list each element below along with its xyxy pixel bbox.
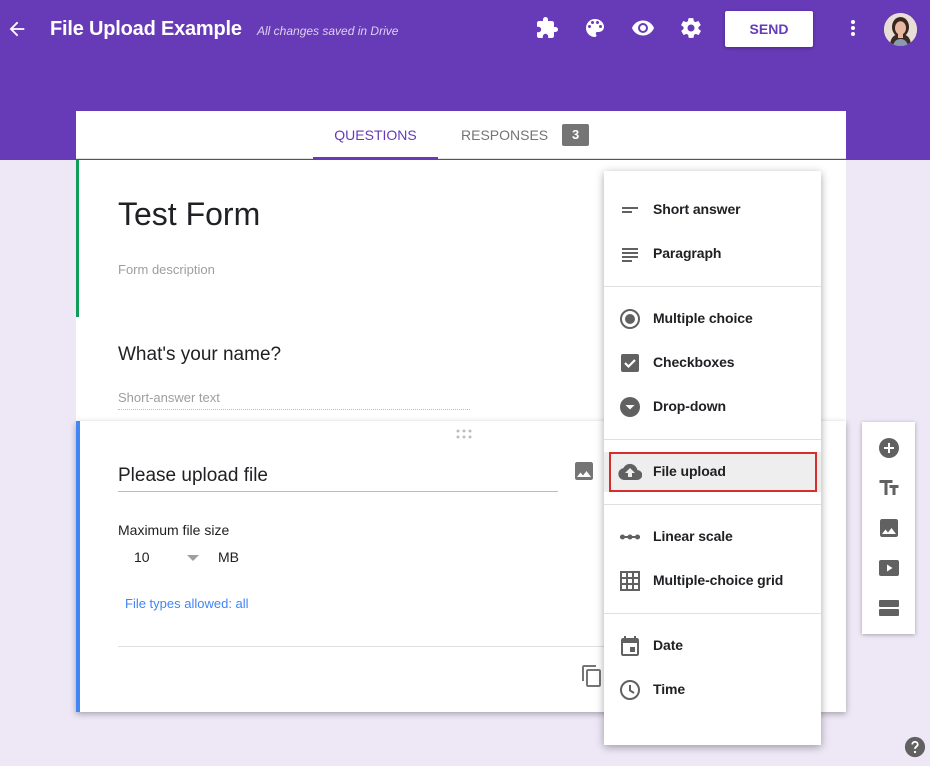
- question-type-menu: Short answer Paragraph Multiple choice C…: [604, 171, 821, 745]
- menu-item-label: Linear scale: [653, 528, 733, 544]
- max-file-size-unit: MB: [218, 549, 239, 565]
- tab-questions-label: QUESTIONS: [334, 127, 417, 143]
- send-button[interactable]: SEND: [725, 11, 813, 47]
- checkbox-icon: [621, 354, 639, 372]
- tab-questions[interactable]: QUESTIONS: [313, 111, 438, 159]
- menu-item-label: Multiple choice: [653, 310, 753, 326]
- max-file-size-select[interactable]: 10: [134, 549, 150, 565]
- dropdown-arrow-icon[interactable]: [187, 555, 199, 561]
- app-title: File Upload Example: [50, 18, 242, 40]
- menu-item-label: Multiple-choice grid: [653, 572, 784, 588]
- highlight-box: [609, 452, 817, 492]
- addons-icon[interactable]: [535, 16, 559, 40]
- question-title-input[interactable]: Please upload file: [118, 465, 558, 492]
- menu-divider: [604, 439, 821, 440]
- tab-responses-label: RESPONSES: [461, 127, 549, 143]
- menu-item-multiple-choice-grid[interactable]: Multiple-choice grid: [604, 561, 821, 601]
- menu-item-short-answer[interactable]: Short answer: [604, 190, 821, 230]
- radio-icon: [620, 309, 640, 329]
- file-types-link[interactable]: File types allowed: all: [125, 596, 249, 611]
- menu-divider: [604, 504, 821, 505]
- calendar-icon: [621, 636, 639, 656]
- menu-divider: [604, 613, 821, 614]
- tabs-bar: QUESTIONS RESPONSES 3: [76, 111, 846, 159]
- menu-item-label: Date: [653, 637, 683, 653]
- add-image-icon[interactable]: [877, 516, 901, 540]
- menu-item-paragraph[interactable]: Paragraph: [604, 234, 821, 274]
- menu-item-label: Drop-down: [653, 398, 726, 414]
- save-status: All changes saved in Drive: [257, 24, 399, 38]
- linear-scale-icon: [620, 534, 640, 540]
- tab-responses[interactable]: RESPONSES 3: [461, 111, 590, 159]
- max-file-size-label: Maximum file size: [118, 522, 230, 538]
- palette-icon[interactable]: [583, 16, 607, 40]
- menu-item-date[interactable]: Date: [604, 626, 821, 666]
- menu-item-label: Paragraph: [653, 245, 722, 261]
- clock-icon: [620, 680, 640, 700]
- form-title[interactable]: Test Form: [118, 196, 260, 233]
- more-vert-icon[interactable]: [842, 16, 864, 40]
- help-icon[interactable]: [904, 736, 926, 758]
- duplicate-icon[interactable]: [580, 664, 604, 688]
- menu-item-time[interactable]: Time: [604, 670, 821, 710]
- menu-item-label: Time: [653, 681, 686, 697]
- menu-item-drop-down[interactable]: Drop-down: [604, 387, 821, 427]
- question-title: What's your name?: [118, 344, 282, 365]
- menu-item-linear-scale[interactable]: Linear scale: [604, 517, 821, 557]
- responses-count-badge: 3: [562, 124, 590, 147]
- add-video-icon[interactable]: [877, 556, 901, 580]
- grid-icon: [620, 571, 640, 591]
- add-question-icon[interactable]: [877, 436, 901, 460]
- preview-eye-icon[interactable]: [631, 16, 655, 40]
- short-answer-hint: Short-answer text: [118, 390, 470, 410]
- paragraph-icon: [622, 248, 638, 262]
- menu-item-label: Short answer: [653, 201, 741, 217]
- settings-gear-icon[interactable]: [679, 16, 703, 40]
- menu-item-multiple-choice[interactable]: Multiple choice: [604, 299, 821, 339]
- avatar[interactable]: [884, 13, 917, 46]
- back-arrow-icon[interactable]: [6, 18, 28, 40]
- dropdown-icon: [620, 397, 640, 417]
- add-image-icon[interactable]: [572, 459, 596, 483]
- add-section-icon[interactable]: [877, 596, 901, 620]
- drag-handle-icon[interactable]: [455, 429, 473, 439]
- menu-item-checkboxes[interactable]: Checkboxes: [604, 343, 821, 383]
- side-toolbar: [862, 422, 915, 634]
- menu-divider: [604, 286, 821, 287]
- short-answer-icon: [622, 207, 638, 213]
- add-title-icon[interactable]: [877, 476, 901, 500]
- menu-item-label: Checkboxes: [653, 354, 735, 370]
- form-description-field[interactable]: Form description: [118, 262, 215, 277]
